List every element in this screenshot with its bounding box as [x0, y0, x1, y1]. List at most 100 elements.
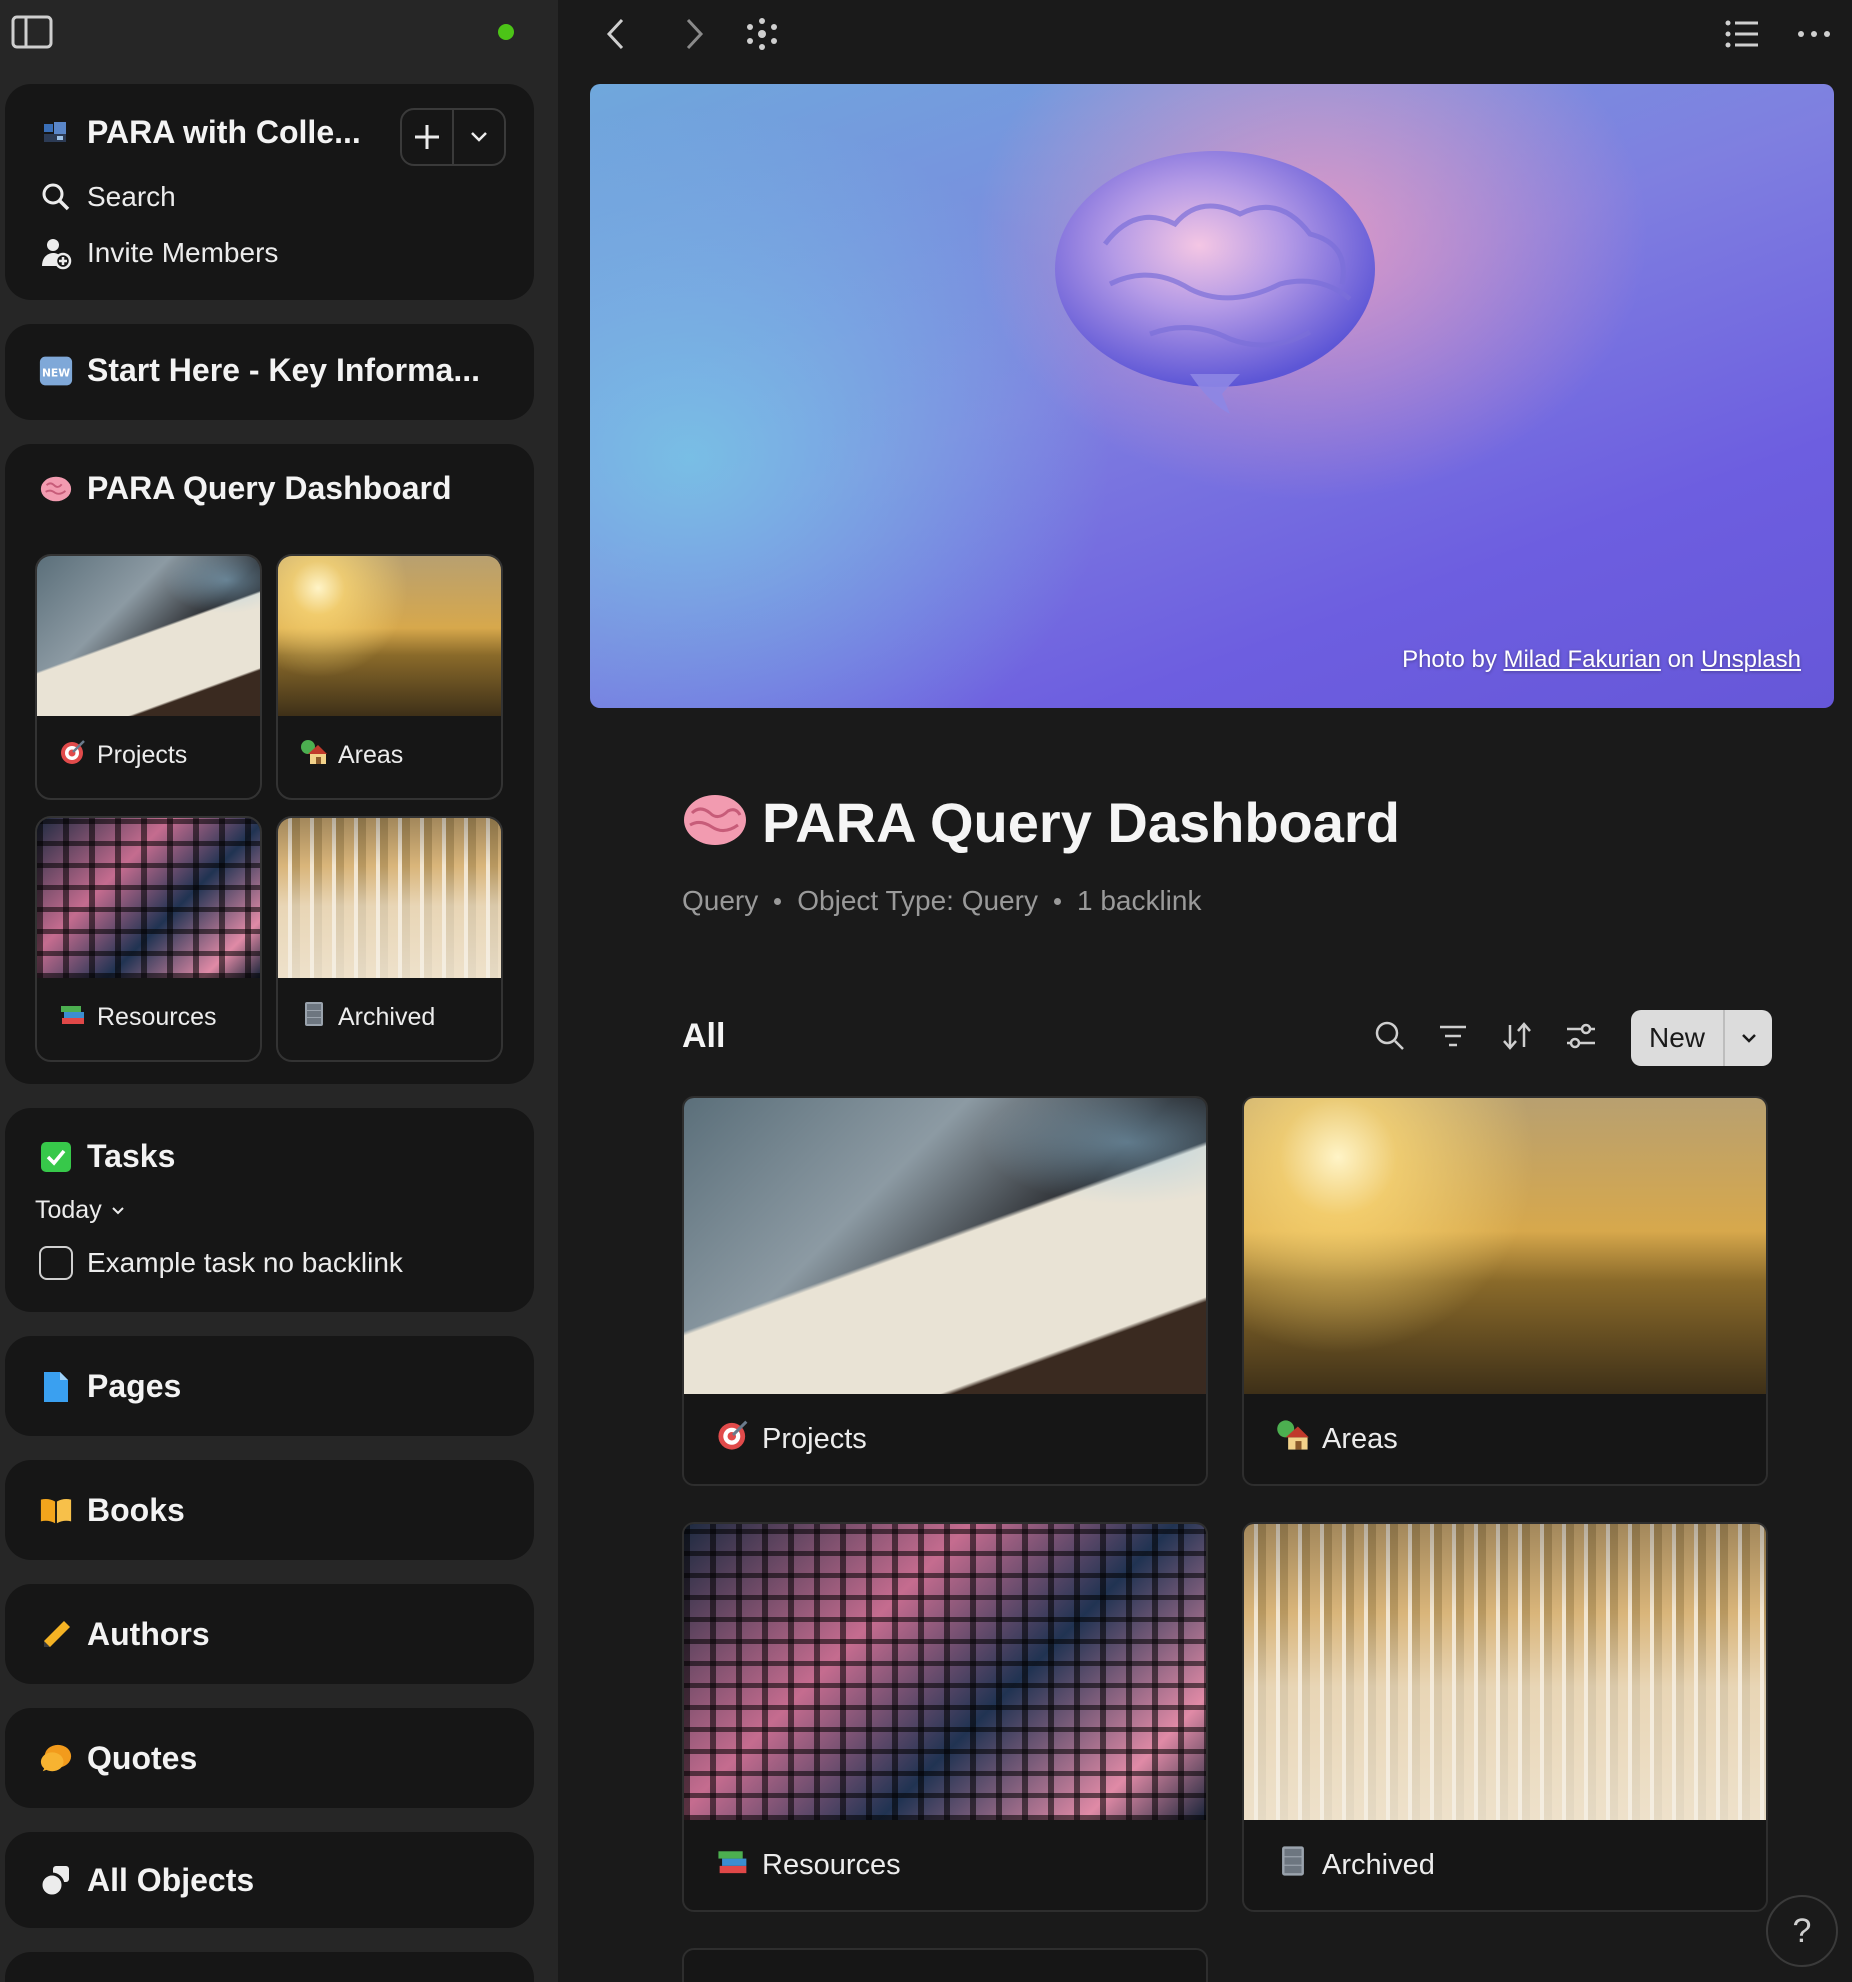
page-header: PARA Query Dashboard: [682, 790, 1400, 855]
invite-members-item[interactable]: Invite Members: [39, 236, 278, 270]
pages-widget[interactable]: Pages: [5, 1336, 534, 1436]
open-book-icon: [39, 1494, 73, 1528]
gallery-card-areas[interactable]: Areas: [1242, 1096, 1768, 1486]
gallery-card-projects[interactable]: Projects: [682, 1096, 1208, 1486]
workspace-logo-icon: [39, 116, 73, 150]
areas-thumbnail: [278, 556, 501, 716]
new-button-label[interactable]: New: [1631, 1010, 1723, 1066]
credit-connector: on: [1667, 646, 1695, 673]
resources-thumbnail: [37, 818, 260, 978]
forward-button[interactable]: [672, 12, 716, 56]
page-meta: Query Object Type: Query 1 backlink: [682, 885, 1201, 917]
gallery-card-next[interactable]: [682, 1948, 1208, 1982]
mini-card-projects[interactable]: Projects: [35, 554, 262, 800]
areas-cover: [1244, 1098, 1766, 1394]
list-icon: [1725, 20, 1758, 48]
workspace-card: PARA with Colle... Search Invite Members: [5, 84, 534, 300]
view-search-button[interactable]: [1370, 1016, 1410, 1056]
pages-item[interactable]: Pages: [39, 1368, 181, 1405]
page-title[interactable]: PARA Query Dashboard: [762, 790, 1400, 855]
chevron-left-icon: [606, 18, 624, 50]
gallery-card-resources[interactable]: Resources: [682, 1522, 1208, 1912]
svg-text:NEW: NEW: [42, 366, 70, 379]
tasks-filter-dropdown[interactable]: Today: [35, 1196, 126, 1225]
workspace-actions: [400, 108, 506, 166]
help-button[interactable]: ?: [1766, 1895, 1838, 1967]
start-here-card[interactable]: NEW Start Here - Key Informa...: [5, 324, 534, 420]
sidebar-toggle-icon[interactable]: [11, 14, 53, 50]
authors-label: Authors: [87, 1616, 210, 1652]
start-here-item[interactable]: NEW Start Here - Key Informa...: [39, 352, 480, 389]
books-label: Books: [87, 1492, 185, 1528]
credit-prefix: Photo by: [1402, 646, 1497, 673]
all-objects-item[interactable]: All Objects: [39, 1862, 254, 1899]
mini-card-areas[interactable]: Areas: [276, 554, 503, 800]
add-object-button[interactable]: [402, 110, 454, 164]
chevron-down-icon: [471, 132, 487, 142]
credit-author-link[interactable]: Milad Fakurian: [1503, 646, 1660, 673]
add-options-button[interactable]: [454, 110, 504, 164]
sort-button[interactable]: [1497, 1016, 1537, 1056]
gallery-card-label: Areas: [1322, 1422, 1398, 1455]
outline-button[interactable]: [1720, 12, 1764, 56]
all-objects-widget[interactable]: All Objects: [5, 1832, 534, 1928]
file-cabinet-icon: [300, 1000, 328, 1035]
books-icon: [59, 1000, 87, 1035]
house-with-garden-icon: [1276, 1418, 1310, 1460]
mini-card-label: Archived: [338, 1003, 436, 1031]
credit-site-link[interactable]: Unsplash: [1701, 646, 1801, 673]
new-options-button[interactable]: [1723, 1010, 1772, 1066]
search-icon: [39, 180, 73, 214]
mini-card-resources[interactable]: Resources: [35, 816, 262, 1062]
books-item[interactable]: Books: [39, 1492, 185, 1529]
direct-hit-icon: [716, 1418, 750, 1460]
tasks-widget-header[interactable]: Tasks: [39, 1138, 175, 1175]
invite-members-label: Invite Members: [87, 237, 279, 268]
brain-icon[interactable]: [682, 791, 748, 854]
backlinks-link[interactable]: 1 backlink: [1077, 885, 1202, 917]
next-widget[interactable]: [5, 1952, 534, 1982]
resources-cover: [684, 1524, 1206, 1820]
house-with-garden-icon: [300, 738, 328, 773]
dashboard-widget-header[interactable]: PARA Query Dashboard: [39, 470, 452, 507]
task-label[interactable]: Example task no backlink: [87, 1247, 403, 1279]
quotes-widget[interactable]: Quotes: [5, 1708, 534, 1808]
page-icon: [39, 1370, 73, 1404]
tasks-filter-label: Today: [35, 1196, 102, 1224]
brain-icon: [39, 472, 73, 506]
new-object-button[interactable]: New: [1631, 1010, 1772, 1066]
view-settings-button[interactable]: [1561, 1016, 1601, 1056]
sidebar-topbar: [0, 0, 558, 68]
mini-card-archived[interactable]: Archived: [276, 816, 503, 1062]
more-options-button[interactable]: [1792, 12, 1836, 56]
view-tab-all[interactable]: All: [682, 1017, 725, 1056]
books-widget[interactable]: Books: [5, 1460, 534, 1560]
object-type-label: Object Type: Query: [797, 885, 1038, 916]
gallery-card-label: Resources: [762, 1848, 901, 1881]
archived-thumbnail: [278, 818, 501, 978]
gallery-card-archived[interactable]: Archived: [1242, 1522, 1768, 1912]
gallery-card-label: Archived: [1322, 1848, 1435, 1881]
back-button[interactable]: [594, 12, 638, 56]
task-checkbox[interactable]: [39, 1246, 73, 1280]
cover-image[interactable]: Photo by Milad Fakurian on Unsplash: [590, 84, 1834, 708]
objects-icon: [39, 1864, 73, 1898]
authors-widget[interactable]: Authors: [5, 1584, 534, 1684]
workspace-switcher[interactable]: PARA with Colle...: [39, 114, 361, 151]
search-item[interactable]: Search: [39, 180, 176, 214]
authors-item[interactable]: Authors: [39, 1616, 210, 1653]
object-type-link[interactable]: Query: [682, 885, 758, 917]
meta-separator: [774, 897, 782, 905]
mini-card-label: Projects: [97, 741, 188, 769]
workspace-name: PARA with Colle...: [87, 114, 361, 150]
speech-bubble-icon: [39, 1742, 73, 1776]
sliders-icon: [1567, 1023, 1595, 1049]
sync-status-dot: [498, 24, 514, 40]
quotes-item[interactable]: Quotes: [39, 1740, 197, 1777]
books-icon: [716, 1844, 750, 1886]
all-objects-label: All Objects: [87, 1862, 255, 1898]
tasks-widget: Tasks Today Example task no backlink: [5, 1108, 534, 1312]
graph-button[interactable]: [740, 12, 784, 56]
search-icon: [1375, 1021, 1404, 1050]
filter-button[interactable]: [1433, 1016, 1473, 1056]
